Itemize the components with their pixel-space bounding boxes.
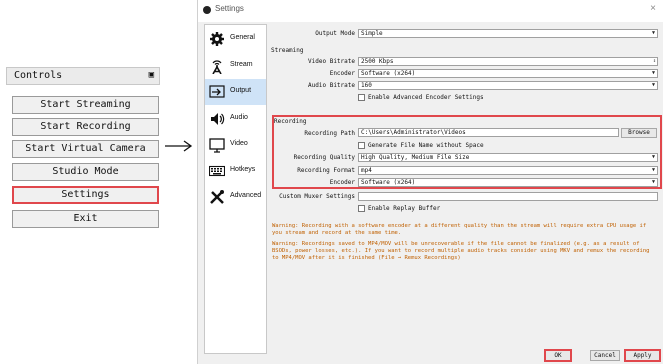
studio-mode-button[interactable]: Studio Mode xyxy=(12,163,159,181)
custom-muxer-input[interactable] xyxy=(358,192,658,201)
sidebar-item-label: Audio xyxy=(230,114,248,121)
chevron-down-icon: ▼ xyxy=(651,70,655,76)
sidebar-item-stream[interactable]: Stream xyxy=(205,53,266,79)
video-bitrate-input[interactable]: 2500 Kbps ⇕ xyxy=(358,57,658,66)
custom-muxer-label: Custom Muxer Settings xyxy=(279,193,355,200)
sidebar-item-advanced[interactable]: Advanced xyxy=(205,184,266,210)
recording-section-highlight xyxy=(272,115,662,189)
sidebar-item-general[interactable]: General xyxy=(205,26,266,52)
settings-button[interactable]: Settings xyxy=(12,186,159,204)
sidebar-item-label: Output xyxy=(230,87,252,94)
advanced-encoder-label: Enable Advanced Encoder Settings xyxy=(368,94,484,101)
streaming-heading: Streaming xyxy=(271,47,304,54)
sidebar-item-label: Hotkeys xyxy=(230,166,256,173)
output-mode-label: Output Mode xyxy=(315,30,355,37)
ok-button[interactable]: OK xyxy=(544,349,572,362)
audio-bitrate-label: Audio Bitrate xyxy=(308,82,355,89)
settings-sidebar: General Stream Output Audio Video Hotkey… xyxy=(204,24,267,354)
stream-encoder-label: Encoder xyxy=(329,70,355,77)
title-bar: Settings × xyxy=(198,0,663,22)
monitor-icon xyxy=(209,138,225,153)
audio-bitrate-value: 160 xyxy=(361,82,372,89)
spin-arrows-icon[interactable]: ⇕ xyxy=(653,58,656,65)
sidebar-item-audio[interactable]: Audio xyxy=(205,106,266,132)
stream-antenna-icon xyxy=(212,60,222,74)
start-virtual-camera-button[interactable]: Start Virtual Camera xyxy=(12,140,159,158)
cancel-button[interactable]: Cancel xyxy=(590,350,620,361)
sidebar-item-output[interactable]: Output xyxy=(205,79,266,105)
controls-title: Controls xyxy=(14,70,63,81)
close-icon[interactable]: × xyxy=(650,3,656,14)
arrow-right-icon xyxy=(165,140,193,152)
tools-icon xyxy=(210,190,224,204)
sidebar-item-label: Advanced xyxy=(230,192,262,199)
video-bitrate-label: Video Bitrate xyxy=(308,58,355,65)
output-icon xyxy=(209,85,225,98)
window-title: Settings xyxy=(215,4,244,13)
chevron-down-icon: ▼ xyxy=(651,30,655,36)
apply-button[interactable]: Apply xyxy=(624,349,661,362)
advanced-encoder-checkbox[interactable] xyxy=(358,94,365,101)
keyboard-icon xyxy=(209,165,225,177)
sidebar-item-video[interactable]: Video xyxy=(205,132,266,158)
chevron-down-icon: ▼ xyxy=(651,82,655,88)
replay-buffer-checkbox[interactable] xyxy=(358,205,365,212)
stream-encoder-value: Software (x264) xyxy=(361,70,416,77)
audio-bitrate-select[interactable]: 160 ▼ xyxy=(358,81,658,90)
replay-buffer-label: Enable Replay Buffer xyxy=(368,205,441,212)
sidebar-item-label: General xyxy=(230,34,255,41)
sidebar-item-hotkeys[interactable]: Hotkeys xyxy=(205,158,266,184)
output-mode-select[interactable]: Simple ▼ xyxy=(358,29,658,38)
start-streaming-button[interactable]: Start Streaming xyxy=(12,96,159,114)
settings-window: Settings × General Stream Output Audio V… xyxy=(197,0,663,364)
sidebar-item-label: Video xyxy=(230,140,248,147)
controls-dock: Controls ▣ Start Streaming Start Recordi… xyxy=(6,67,160,235)
warning-mp4-recovery: Warning: Recordings saved to MP4/MOV wil… xyxy=(272,241,650,261)
exit-button[interactable]: Exit xyxy=(12,210,159,228)
undock-icon[interactable]: ▣ xyxy=(149,70,154,80)
obs-logo-icon xyxy=(203,6,211,14)
controls-header: Controls ▣ xyxy=(6,67,160,85)
warning-software-encoder: Warning: Recording with a software encod… xyxy=(272,223,647,236)
stream-encoder-select[interactable]: Software (x264) ▼ xyxy=(358,69,658,78)
output-mode-value: Simple xyxy=(361,30,383,37)
start-recording-button[interactable]: Start Recording xyxy=(12,118,159,136)
sidebar-item-label: Stream xyxy=(230,61,253,68)
video-bitrate-value: 2500 Kbps xyxy=(361,58,394,65)
gear-icon xyxy=(210,32,224,46)
speaker-icon xyxy=(211,113,225,125)
